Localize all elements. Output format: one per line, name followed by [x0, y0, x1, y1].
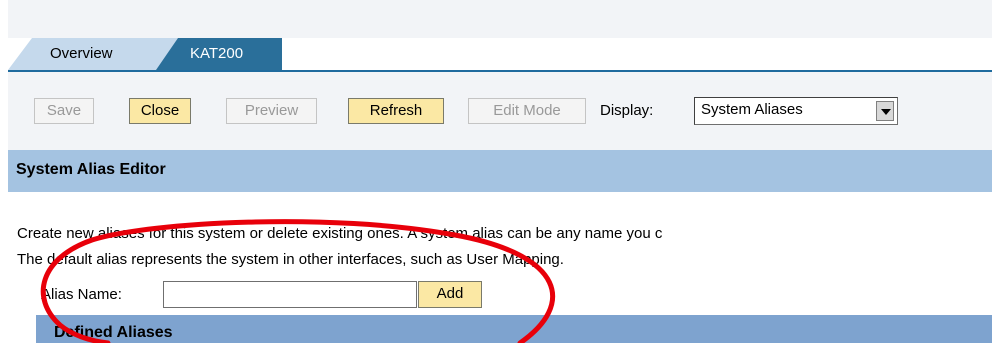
alias-name-label: Alias Name: — [41, 286, 122, 303]
add-button[interactable]: Add — [418, 281, 482, 308]
tab-strip: Overview KAT200 — [8, 38, 992, 72]
display-select-value: System Aliases — [701, 101, 803, 118]
tab-kat200-label: KAT200 — [190, 45, 244, 62]
alias-name-input[interactable] — [163, 281, 417, 308]
close-button[interactable]: Close — [129, 98, 191, 124]
section-title: System Alias Editor — [16, 161, 166, 178]
toolbar: Save Close Preview Refresh Edit Mode Dis… — [8, 72, 992, 150]
tab-overview[interactable]: Overview — [8, 38, 178, 70]
description-line-2: The default alias represents the system … — [17, 251, 564, 268]
chevron-down-icon[interactable] — [876, 101, 894, 121]
tab-kat200[interactable]: KAT200 — [156, 38, 282, 70]
top-band — [8, 0, 992, 38]
defined-aliases-header: Defined Aliases — [36, 315, 992, 343]
section-header: System Alias Editor — [8, 150, 992, 192]
display-label: Display: — [600, 102, 654, 119]
tab-overview-label: Overview — [50, 45, 113, 62]
edit-mode-button[interactable]: Edit Mode — [468, 98, 586, 124]
refresh-button[interactable]: Refresh — [348, 98, 444, 124]
preview-button[interactable]: Preview — [226, 98, 317, 124]
save-button[interactable]: Save — [34, 98, 94, 124]
display-select[interactable]: System Aliases — [694, 97, 898, 125]
description-line-1: Create new aliases for this system or de… — [17, 225, 663, 242]
defined-aliases-title: Defined Aliases — [54, 324, 173, 341]
